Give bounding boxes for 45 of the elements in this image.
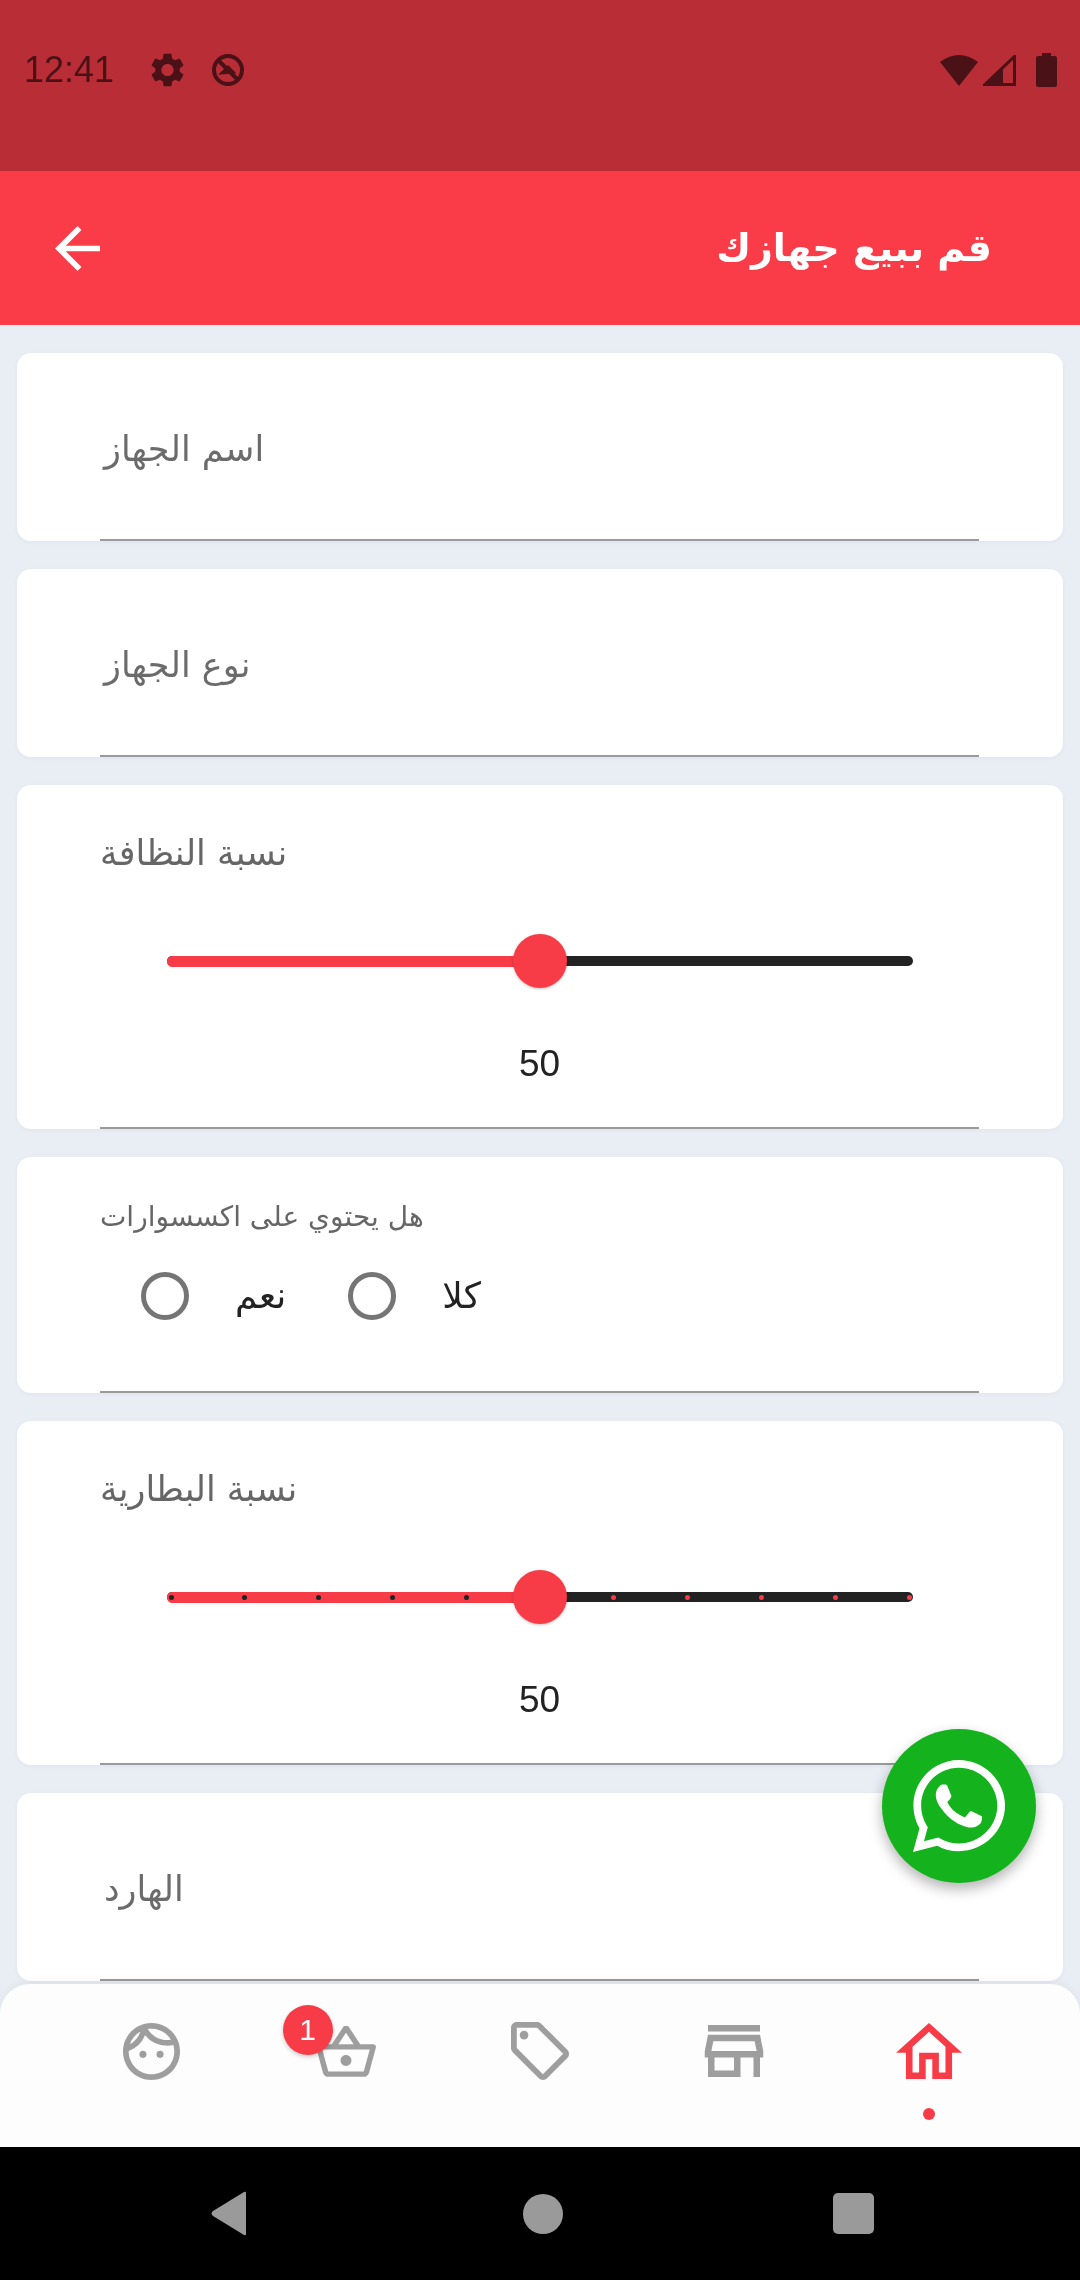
slider-value: 50 (518, 1678, 561, 1722)
tick-dot-icon (168, 1594, 174, 1600)
tag-icon (511, 2022, 569, 2080)
input-field[interactable]: اسم الجهاز (17, 353, 1063, 541)
slider-value: 50 (518, 1042, 561, 1086)
slider-track[interactable] (167, 1570, 913, 1624)
input-field[interactable]: الهارد (17, 1793, 1063, 1981)
tick-dot-icon (685, 1594, 691, 1600)
tick-dot-icon (389, 1594, 395, 1600)
basket-icon (315, 2025, 376, 2077)
tick-dot-icon (463, 1594, 469, 1600)
tick-dot-icon (611, 1594, 617, 1600)
radio-button[interactable] (141, 1272, 189, 1320)
signal-icon (983, 54, 1016, 86)
tick-dot-icon (832, 1594, 838, 1600)
screen-title: قم ببيع جهازك (716, 225, 992, 273)
tick-dot-icon (242, 1594, 248, 1600)
settings-icon (151, 53, 185, 87)
status-time: 12:41 (24, 48, 115, 92)
tick-dot-icon (758, 1594, 764, 1600)
input-field[interactable]: نوع الجهاز (17, 569, 1063, 757)
slider-thumb[interactable] (513, 1570, 567, 1624)
option-label[interactable]: كلا (442, 1272, 481, 1320)
face-icon (122, 2022, 180, 2080)
tick-dot-icon (906, 1594, 912, 1600)
field-label: نسبة النظافة (100, 832, 288, 875)
selected-dot-icon (922, 2108, 935, 2120)
tick-dot-icon (316, 1594, 322, 1600)
slider-thumb[interactable] (513, 934, 567, 988)
radio-button[interactable] (348, 1272, 397, 1320)
field-label: نسبة البطارية (100, 1468, 298, 1512)
count-badge: 1 (282, 2005, 333, 2055)
wifi-icon (940, 54, 978, 86)
nav-item[interactable]: 1 (248, 1984, 443, 2147)
phone-speech-bubble-icon (913, 1760, 1005, 1852)
back-icon[interactable] (210, 2191, 248, 2236)
storefront-icon (704, 2025, 765, 2077)
home-circle-icon[interactable] (523, 2193, 563, 2234)
battery-icon (1036, 53, 1057, 87)
circle-slash-icon (211, 53, 246, 87)
slider-track[interactable] (167, 934, 913, 988)
back-arrow-icon[interactable] (55, 225, 100, 271)
home-icon (895, 2023, 962, 2079)
field-label: هل يحتوي على اكسسوارات (100, 1199, 424, 1235)
option-label[interactable]: نعم (235, 1272, 287, 1320)
